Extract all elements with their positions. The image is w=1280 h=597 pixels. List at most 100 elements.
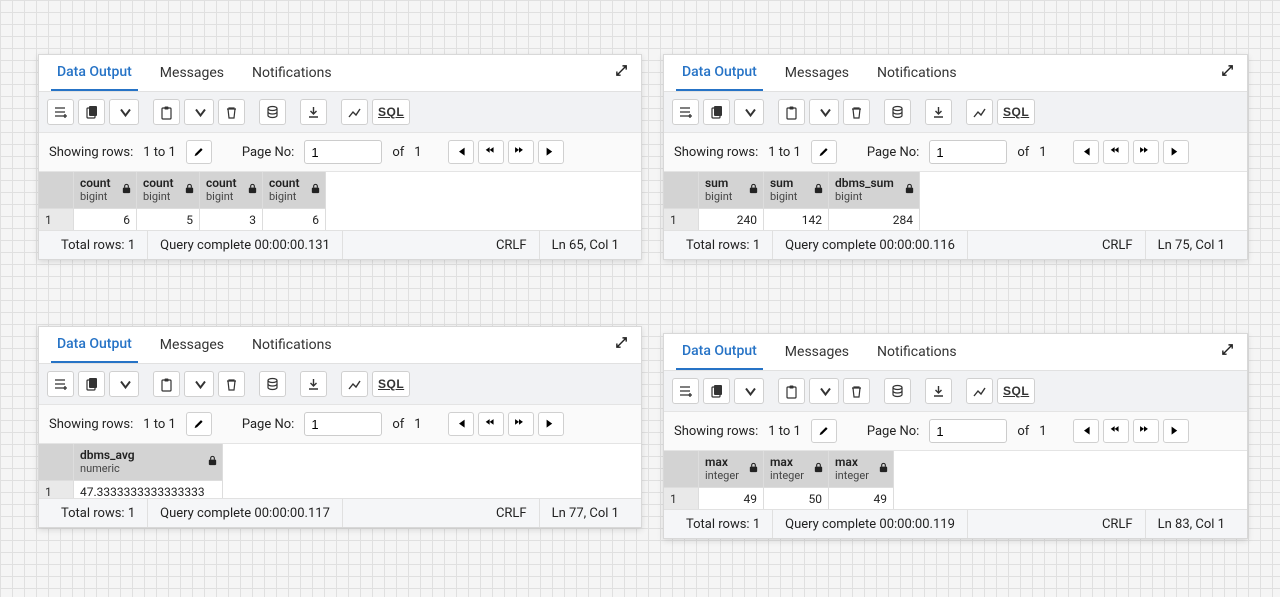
paste-dropdown[interactable] <box>809 378 839 404</box>
tab-notifications[interactable]: Notifications <box>871 334 963 370</box>
last-page-button[interactable] <box>1163 140 1189 164</box>
expand-icon[interactable] <box>1221 64 1235 82</box>
prev-page-button[interactable] <box>1103 419 1129 443</box>
column-header[interactable]: maxinteger <box>764 451 829 488</box>
prev-page-button[interactable] <box>1103 140 1129 164</box>
paste-button[interactable] <box>153 99 180 125</box>
cell[interactable]: 47.3333333333333333 <box>74 481 223 499</box>
download-button[interactable] <box>925 378 952 404</box>
prev-page-button[interactable] <box>478 412 504 436</box>
add-row-button[interactable] <box>47 99 74 125</box>
cell[interactable]: 5 <box>137 209 200 231</box>
cell[interactable]: 142 <box>764 209 829 231</box>
chart-button[interactable] <box>341 371 368 397</box>
column-header[interactable]: dbms_avgnumeric <box>74 444 223 481</box>
paste-dropdown[interactable] <box>809 99 839 125</box>
edit-rows-button[interactable] <box>811 140 837 164</box>
tab-data-output[interactable]: Data Output <box>676 55 763 91</box>
copy-dropdown[interactable] <box>109 371 139 397</box>
column-header[interactable]: sumbigint <box>699 172 764 209</box>
column-header[interactable]: maxinteger <box>829 451 894 488</box>
first-page-button[interactable] <box>448 412 474 436</box>
data-grid[interactable]: dbms_avgnumeric147.3333333333333333 <box>39 444 641 498</box>
copy-button[interactable] <box>78 371 105 397</box>
next-page-button[interactable] <box>1133 419 1159 443</box>
column-header[interactable]: sumbigint <box>764 172 829 209</box>
table-row[interactable]: 1240142284 <box>664 209 920 231</box>
tab-messages[interactable]: Messages <box>154 327 230 363</box>
download-button[interactable] <box>300 99 327 125</box>
delete-button[interactable] <box>218 371 245 397</box>
edit-rows-button[interactable] <box>811 419 837 443</box>
prev-page-button[interactable] <box>478 140 504 164</box>
add-row-button[interactable] <box>672 378 699 404</box>
expand-icon[interactable] <box>1221 343 1235 361</box>
delete-button[interactable] <box>843 99 870 125</box>
column-header[interactable]: dbms_sumbigint <box>829 172 920 209</box>
first-page-button[interactable] <box>1073 140 1099 164</box>
copy-dropdown[interactable] <box>734 99 764 125</box>
delete-button[interactable] <box>218 99 245 125</box>
tab-messages[interactable]: Messages <box>779 55 855 91</box>
next-page-button[interactable] <box>1133 140 1159 164</box>
table-row[interactable]: 147.3333333333333333 <box>39 481 223 499</box>
expand-icon[interactable] <box>615 64 629 82</box>
edit-rows-button[interactable] <box>186 412 212 436</box>
column-header[interactable]: countbigint <box>200 172 263 209</box>
save-data-button[interactable] <box>259 371 286 397</box>
edit-rows-button[interactable] <box>186 140 212 164</box>
chart-button[interactable] <box>341 99 368 125</box>
save-data-button[interactable] <box>259 99 286 125</box>
page-no-input[interactable] <box>304 412 382 436</box>
tab-notifications[interactable]: Notifications <box>871 55 963 91</box>
first-page-button[interactable] <box>1073 419 1099 443</box>
tab-notifications[interactable]: Notifications <box>246 55 338 91</box>
add-row-button[interactable] <box>672 99 699 125</box>
sql-button[interactable]: SQL <box>997 378 1035 404</box>
paste-dropdown[interactable] <box>184 99 214 125</box>
download-button[interactable] <box>925 99 952 125</box>
chart-button[interactable] <box>966 99 993 125</box>
paste-button[interactable] <box>778 99 805 125</box>
copy-button[interactable] <box>78 99 105 125</box>
column-header[interactable]: countbigint <box>263 172 326 209</box>
copy-button[interactable] <box>703 99 730 125</box>
column-header[interactable]: countbigint <box>137 172 200 209</box>
chart-button[interactable] <box>966 378 993 404</box>
table-row[interactable]: 16536 <box>39 209 326 231</box>
sql-button[interactable]: SQL <box>372 371 410 397</box>
cell[interactable]: 6 <box>74 209 137 231</box>
cell[interactable]: 49 <box>829 488 894 510</box>
last-page-button[interactable] <box>538 140 564 164</box>
cell[interactable]: 3 <box>200 209 263 231</box>
copy-dropdown[interactable] <box>734 378 764 404</box>
save-data-button[interactable] <box>884 99 911 125</box>
add-row-button[interactable] <box>47 371 74 397</box>
cell[interactable]: 284 <box>829 209 920 231</box>
data-grid[interactable]: countbigintcountbigintcountbigintcountbi… <box>39 172 641 230</box>
tab-data-output[interactable]: Data Output <box>676 334 763 370</box>
paste-dropdown[interactable] <box>184 371 214 397</box>
copy-button[interactable] <box>703 378 730 404</box>
save-data-button[interactable] <box>884 378 911 404</box>
page-no-input[interactable] <box>929 419 1007 443</box>
tab-messages[interactable]: Messages <box>779 334 855 370</box>
sql-button[interactable]: SQL <box>997 99 1035 125</box>
sql-button[interactable]: SQL <box>372 99 410 125</box>
tab-notifications[interactable]: Notifications <box>246 327 338 363</box>
data-grid[interactable]: maxintegermaxintegermaxinteger1495049 <box>664 451 1247 509</box>
cell[interactable]: 49 <box>699 488 764 510</box>
column-header[interactable]: maxinteger <box>699 451 764 488</box>
page-no-input[interactable] <box>304 140 382 164</box>
table-row[interactable]: 1495049 <box>664 488 894 510</box>
copy-dropdown[interactable] <box>109 99 139 125</box>
last-page-button[interactable] <box>1163 419 1189 443</box>
data-grid[interactable]: sumbigintsumbigintdbms_sumbigint12401422… <box>664 172 1247 230</box>
cell[interactable]: 50 <box>764 488 829 510</box>
last-page-button[interactable] <box>538 412 564 436</box>
cell[interactable]: 6 <box>263 209 326 231</box>
expand-icon[interactable] <box>615 336 629 354</box>
delete-button[interactable] <box>843 378 870 404</box>
next-page-button[interactable] <box>508 140 534 164</box>
paste-button[interactable] <box>778 378 805 404</box>
